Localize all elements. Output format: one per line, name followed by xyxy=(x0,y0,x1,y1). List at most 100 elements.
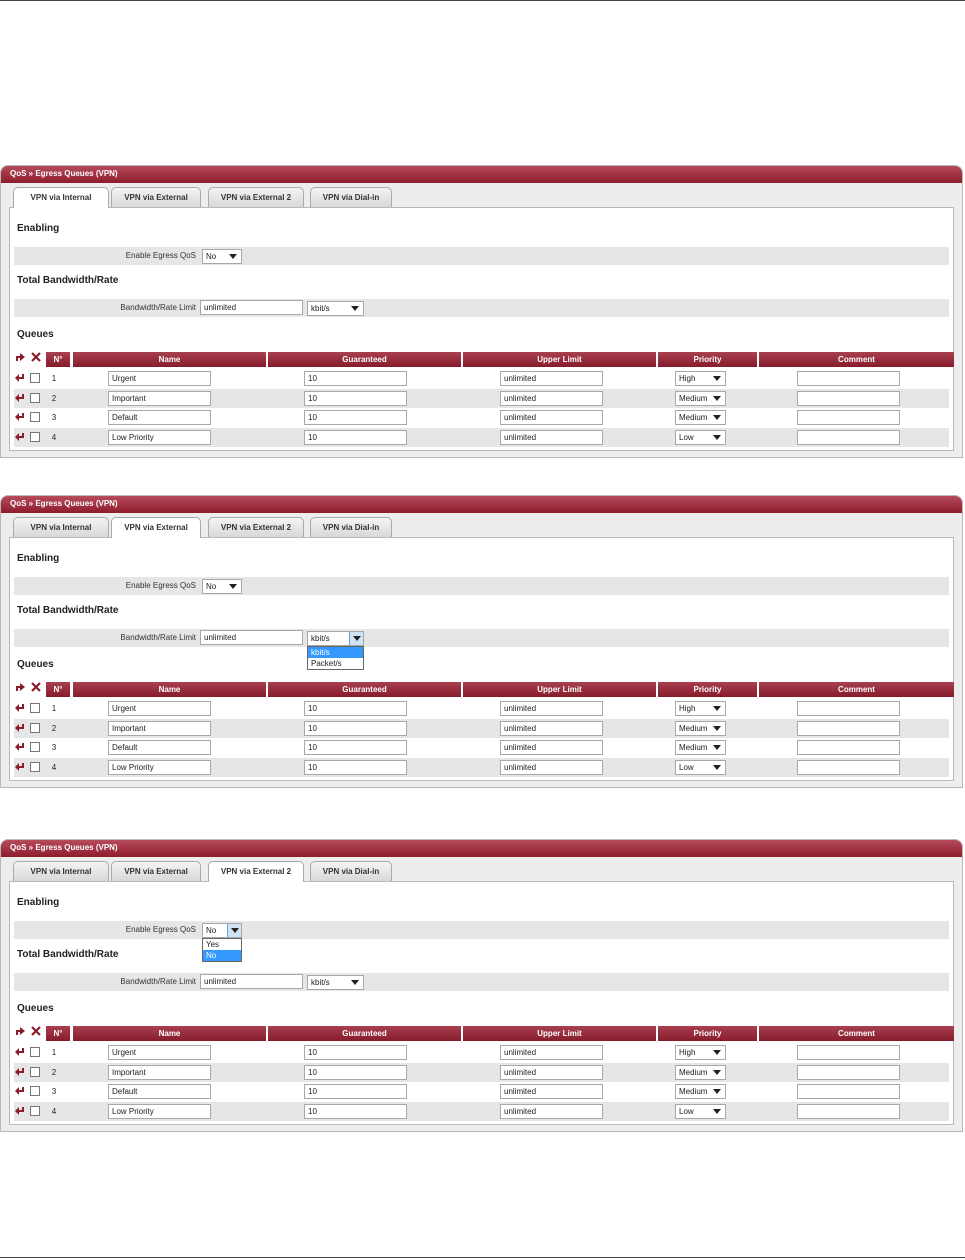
move-row-icon[interactable] xyxy=(14,1105,26,1117)
enable-egress-qos-select[interactable]: No xyxy=(202,923,242,938)
queue-priority-select[interactable]: Low xyxy=(675,759,726,775)
row-select-checkbox[interactable] xyxy=(30,761,40,772)
queue-priority-select[interactable]: Low xyxy=(675,1103,726,1119)
queue-name-input[interactable]: Important xyxy=(108,720,211,736)
queue-guaranteed-input[interactable]: 10 xyxy=(304,429,407,445)
tab-vpn-via-internal[interactable]: VPN via Internal xyxy=(13,517,109,537)
queue-guaranteed-input[interactable]: 10 xyxy=(304,390,407,406)
queue-guaranteed-input[interactable]: 10 xyxy=(304,1103,407,1119)
bandwidth-unit-select[interactable]: kbit/s xyxy=(307,301,364,316)
move-up-icon[interactable] xyxy=(14,1025,26,1037)
tab-vpn-via-external[interactable]: VPN via External xyxy=(111,187,201,207)
queue-priority-select[interactable]: Medium xyxy=(675,720,726,736)
queue-upper-limit-input[interactable]: unlimited xyxy=(500,740,603,755)
row-select-checkbox[interactable] xyxy=(30,412,40,422)
tab-vpn-via-external-2[interactable]: VPN via External 2 xyxy=(208,517,304,537)
queue-name-input[interactable]: Low Priority xyxy=(108,429,211,445)
row-select-checkbox[interactable] xyxy=(30,1047,40,1057)
move-up-icon[interactable] xyxy=(14,351,26,363)
dropdown-toggle[interactable] xyxy=(227,924,241,937)
tab-vpn-via-external[interactable]: VPN via External xyxy=(111,861,201,881)
tab-vpn-via-internal[interactable]: VPN via Internal xyxy=(13,187,109,208)
move-row-icon[interactable] xyxy=(14,702,26,714)
queue-priority-select[interactable]: Low xyxy=(675,429,726,445)
tab-vpn-via-dial-in[interactable]: VPN via Dial-in xyxy=(310,517,392,537)
queue-name-input[interactable]: Urgent xyxy=(108,701,211,716)
move-row-icon[interactable] xyxy=(14,1085,26,1097)
queue-priority-select[interactable]: Medium xyxy=(675,410,726,425)
bandwidth-rate-limit-input[interactable]: unlimited xyxy=(200,300,303,315)
queue-upper-limit-input[interactable]: unlimited xyxy=(500,1064,603,1080)
tab-vpn-via-external-2[interactable]: VPN via External 2 xyxy=(208,187,304,207)
queue-comment-input[interactable] xyxy=(797,371,900,386)
move-row-icon[interactable] xyxy=(14,372,26,384)
bandwidth-rate-limit-input[interactable]: unlimited xyxy=(200,630,303,645)
queue-upper-limit-input[interactable]: unlimited xyxy=(500,410,603,425)
queue-comment-input[interactable] xyxy=(797,759,900,775)
row-select-checkbox[interactable] xyxy=(30,1086,40,1096)
queue-guaranteed-input[interactable]: 10 xyxy=(304,759,407,775)
row-select-checkbox[interactable] xyxy=(30,742,40,752)
queue-upper-limit-input[interactable]: unlimited xyxy=(500,1084,603,1099)
queue-name-input[interactable]: Important xyxy=(108,390,211,406)
queue-comment-input[interactable] xyxy=(797,429,900,445)
queue-comment-input[interactable] xyxy=(797,720,900,736)
queue-comment-input[interactable] xyxy=(797,740,900,755)
row-select-checkbox[interactable] xyxy=(30,703,40,713)
bandwidth-unit-select[interactable]: kbit/s xyxy=(307,631,364,646)
delete-icon[interactable] xyxy=(30,681,42,693)
move-row-icon[interactable] xyxy=(14,761,26,773)
row-select-checkbox[interactable] xyxy=(30,1105,40,1116)
queue-priority-select[interactable]: Medium xyxy=(675,740,726,755)
row-select-checkbox[interactable] xyxy=(30,1066,40,1077)
row-select-checkbox[interactable] xyxy=(30,373,40,383)
queue-name-input[interactable]: Low Priority xyxy=(108,759,211,775)
queue-name-input[interactable]: Urgent xyxy=(108,371,211,386)
queue-upper-limit-input[interactable]: unlimited xyxy=(500,759,603,775)
row-select-checkbox[interactable] xyxy=(30,722,40,733)
move-row-icon[interactable] xyxy=(14,1046,26,1058)
queue-upper-limit-input[interactable]: unlimited xyxy=(500,1045,603,1060)
dropdown-toggle[interactable] xyxy=(349,632,363,645)
queue-comment-input[interactable] xyxy=(797,1045,900,1060)
queue-priority-select[interactable]: High xyxy=(675,371,726,386)
queue-name-input[interactable]: Default xyxy=(108,410,211,425)
delete-icon[interactable] xyxy=(30,351,42,363)
queue-upper-limit-input[interactable]: unlimited xyxy=(500,390,603,406)
queue-guaranteed-input[interactable]: 10 xyxy=(304,740,407,755)
bandwidth-rate-limit-input[interactable]: unlimited xyxy=(200,974,303,989)
row-select-checkbox[interactable] xyxy=(30,431,40,442)
move-up-icon[interactable] xyxy=(14,681,26,693)
queue-comment-input[interactable] xyxy=(797,701,900,716)
move-row-icon[interactable] xyxy=(14,722,26,734)
move-row-icon[interactable] xyxy=(14,411,26,423)
queue-upper-limit-input[interactable]: unlimited xyxy=(500,701,603,716)
queue-guaranteed-input[interactable]: 10 xyxy=(304,1084,407,1099)
option-yes[interactable]: Yes xyxy=(203,939,241,950)
queue-comment-input[interactable] xyxy=(797,1084,900,1099)
move-row-icon[interactable] xyxy=(14,1066,26,1078)
queue-name-input[interactable]: Important xyxy=(108,1064,211,1080)
queue-name-input[interactable]: Low Priority xyxy=(108,1103,211,1119)
queue-priority-select[interactable]: High xyxy=(675,1045,726,1060)
bandwidth-unit-select[interactable]: kbit/s xyxy=(307,975,364,990)
queue-guaranteed-input[interactable]: 10 xyxy=(304,371,407,386)
queue-guaranteed-input[interactable]: 10 xyxy=(304,720,407,736)
queue-priority-select[interactable]: Medium xyxy=(675,1064,726,1080)
queue-priority-select[interactable]: Medium xyxy=(675,1084,726,1099)
queue-guaranteed-input[interactable]: 10 xyxy=(304,701,407,716)
queue-name-input[interactable]: Urgent xyxy=(108,1045,211,1060)
option-packet-s[interactable]: Packet/s xyxy=(308,658,363,669)
option-no[interactable]: No xyxy=(203,950,241,961)
queue-upper-limit-input[interactable]: unlimited xyxy=(500,1103,603,1119)
queue-priority-select[interactable]: Medium xyxy=(675,390,726,406)
queue-comment-input[interactable] xyxy=(797,1103,900,1119)
tab-vpn-via-internal[interactable]: VPN via Internal xyxy=(13,861,109,881)
queue-name-input[interactable]: Default xyxy=(108,740,211,755)
queue-guaranteed-input[interactable]: 10 xyxy=(304,1045,407,1060)
tab-vpn-via-external[interactable]: VPN via External xyxy=(111,517,201,538)
queue-guaranteed-input[interactable]: 10 xyxy=(304,1064,407,1080)
tab-vpn-via-dial-in[interactable]: VPN via Dial-in xyxy=(310,861,392,881)
queue-comment-input[interactable] xyxy=(797,390,900,406)
queue-upper-limit-input[interactable]: unlimited xyxy=(500,720,603,736)
